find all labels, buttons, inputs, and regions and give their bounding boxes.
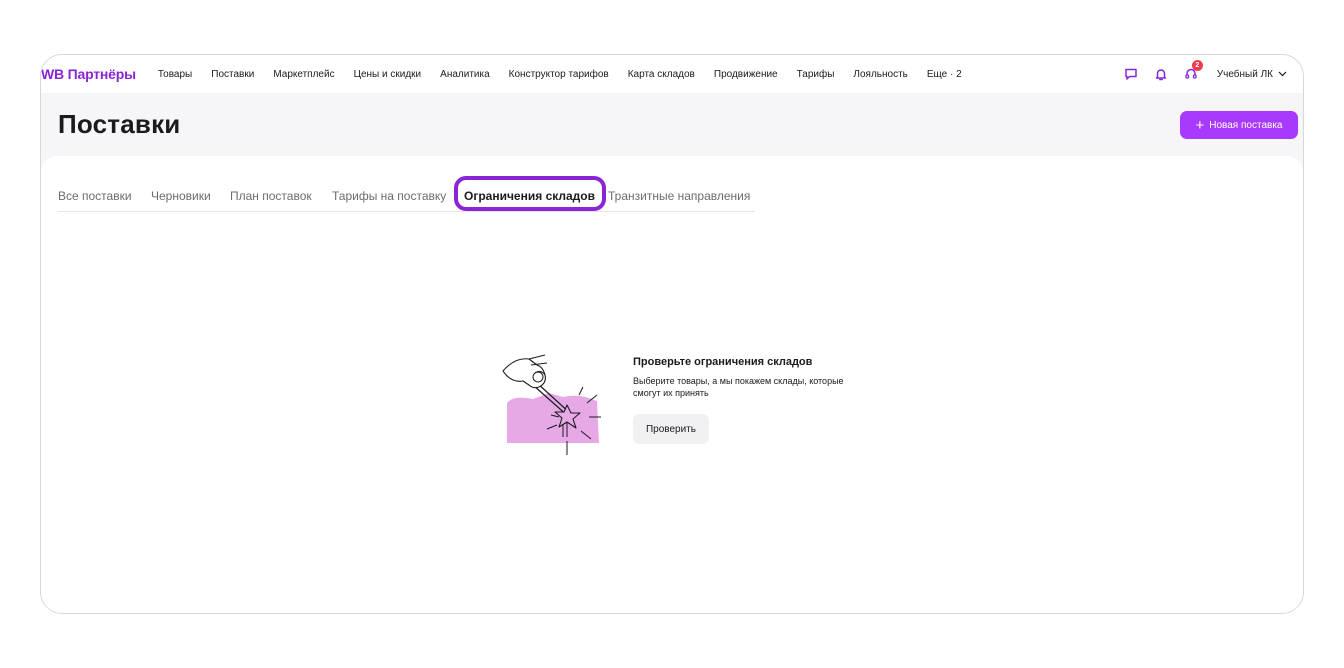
nav-item-supplies[interactable]: Поставки	[211, 69, 254, 80]
empty-state: Проверьте ограничения складов Выберите т…	[633, 356, 863, 444]
tab-bar: Все поставки Черновики План поставок Тар…	[58, 176, 755, 212]
tab-supply-tariffs[interactable]: Тарифы на поставку	[332, 189, 446, 203]
empty-state-title: Проверьте ограничения складов	[633, 356, 813, 368]
nav-item-analytics[interactable]: Аналитика	[440, 69, 490, 80]
app-window: WB Партнёры Товары Поставки Маркетплейс …	[40, 54, 1304, 614]
nav-item-marketplace[interactable]: Маркетплейс	[273, 69, 334, 80]
logo[interactable]: WB Партнёры	[41, 66, 136, 82]
page-title: Поставки	[58, 109, 181, 139]
notification-badge: 2	[1191, 60, 1203, 71]
empty-state-description: Выберите товары, а мы покажем склады, ко…	[633, 376, 844, 398]
content-panel: Все поставки Черновики План поставок Тар…	[41, 156, 1303, 613]
nav-item-prices[interactable]: Цены и скидки	[354, 69, 422, 80]
nav-item-tariff-builder[interactable]: Конструктор тарифов	[509, 69, 609, 80]
nav-item-loyalty[interactable]: Лояльность	[853, 69, 907, 80]
support-icon[interactable]: 2	[1183, 60, 1203, 82]
tab-transit-routes[interactable]: Транзитные направления	[608, 189, 750, 203]
bell-icon[interactable]	[1153, 66, 1169, 82]
nav-item-more[interactable]: Еще · 2	[927, 69, 962, 80]
nav-item-tariffs[interactable]: Тарифы	[797, 69, 835, 80]
nav-item-products[interactable]: Товары	[158, 69, 192, 80]
tab-warehouse-limits[interactable]: Ограничения складов	[464, 189, 595, 203]
header-actions: 2 Учебный ЛК	[1109, 55, 1287, 93]
chevron-down-icon	[1278, 69, 1287, 80]
chat-icon[interactable]	[1123, 66, 1139, 82]
nav-item-warehouse-map[interactable]: Карта складов	[628, 69, 695, 80]
new-supply-button[interactable]: + Новая поставка	[1180, 111, 1298, 139]
nav-item-promotion[interactable]: Продвижение	[714, 69, 778, 80]
tab-all-supplies[interactable]: Все поставки	[58, 189, 132, 203]
account-menu[interactable]: Учебный ЛК	[1217, 69, 1287, 80]
main-nav: Товары Поставки Маркетплейс Цены и скидк…	[158, 69, 981, 80]
plus-icon: +	[1195, 116, 1205, 134]
magic-wand-illustration	[493, 351, 603, 457]
new-supply-label: Новая поставка	[1209, 119, 1283, 131]
tab-drafts[interactable]: Черновики	[151, 189, 211, 203]
top-navigation: WB Партнёры Товары Поставки Маркетплейс …	[41, 55, 1303, 93]
tab-supply-plan[interactable]: План поставок	[230, 189, 312, 203]
check-button[interactable]: Проверить	[633, 414, 709, 444]
account-label: Учебный ЛК	[1216, 68, 1273, 80]
